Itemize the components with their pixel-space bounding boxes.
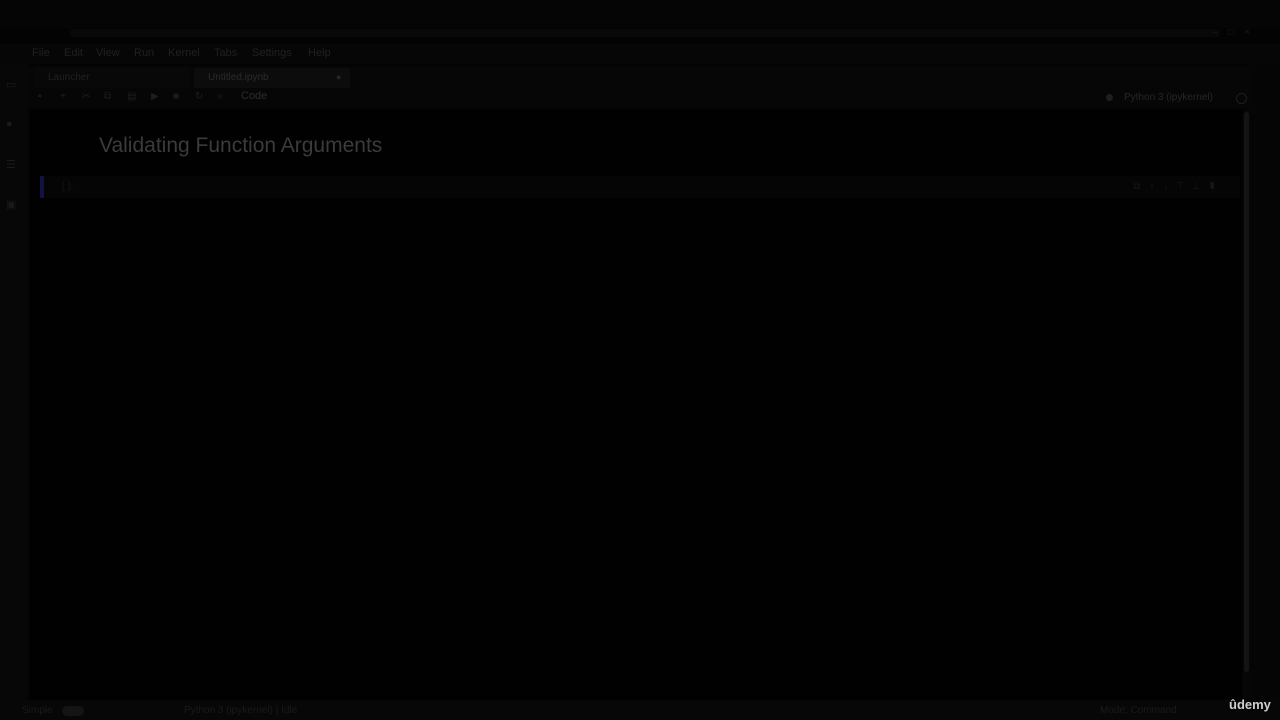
debug-icon[interactable] bbox=[1106, 94, 1113, 101]
address-bar[interactable] bbox=[70, 29, 1220, 37]
menu-view[interactable]: View bbox=[96, 47, 120, 59]
menu-settings[interactable]: Settings bbox=[252, 47, 292, 59]
cut-icon[interactable]: ✂ bbox=[82, 91, 90, 102]
scrollbar-thumb[interactable] bbox=[1244, 112, 1249, 672]
fast-forward-icon[interactable]: » bbox=[217, 91, 223, 102]
duplicate-icon[interactable]: ⧉ bbox=[1133, 181, 1149, 192]
right-sidebar bbox=[1250, 64, 1280, 700]
cell-prompt: [ ]: bbox=[62, 181, 74, 192]
notebook-toolbar bbox=[28, 88, 1250, 108]
kernel-status[interactable]: Python 3 (ipykernel) | Idle bbox=[184, 705, 297, 716]
notebook-area[interactable] bbox=[30, 110, 1242, 700]
kernel-status-icon bbox=[1236, 93, 1247, 104]
insert-above-icon[interactable]: ⊤ bbox=[1177, 181, 1192, 192]
close-icon[interactable]: × bbox=[1244, 27, 1260, 38]
markdown-heading: Validating Function Arguments bbox=[99, 134, 383, 157]
title-bar bbox=[0, 0, 1280, 28]
tab-launcher[interactable]: Launcher bbox=[34, 68, 190, 88]
commands-icon[interactable]: ☰ bbox=[6, 158, 16, 171]
add-cell-icon[interactable]: + bbox=[60, 91, 66, 102]
extensions-icon[interactable]: ▣ bbox=[6, 198, 16, 211]
copy-icon[interactable]: ⧉ bbox=[104, 91, 111, 102]
tab-notebook[interactable]: Untitled.ipynb bbox=[194, 68, 350, 88]
move-up-icon[interactable]: ↑ bbox=[1149, 181, 1163, 192]
folder-icon[interactable]: ▭ bbox=[6, 78, 16, 91]
close-tab-icon[interactable]: ● bbox=[336, 72, 341, 82]
active-cell-marker bbox=[40, 176, 44, 198]
menu-help[interactable]: Help bbox=[308, 47, 331, 59]
minimize-icon[interactable]: – bbox=[1213, 27, 1229, 38]
delete-icon[interactable]: ▮ bbox=[1208, 181, 1225, 192]
menu-kernel[interactable]: Kernel bbox=[168, 47, 200, 59]
cell-type-select[interactable]: Code bbox=[241, 90, 267, 102]
mode-status: Mode: Command bbox=[1100, 705, 1177, 716]
kernel-name[interactable]: Python 3 (ipykernel) bbox=[1124, 92, 1213, 103]
restart-icon[interactable]: ↻ bbox=[195, 91, 203, 102]
stop-icon[interactable]: ■ bbox=[173, 91, 179, 102]
move-down-icon[interactable]: ↓ bbox=[1163, 181, 1177, 192]
simple-mode-toggle[interactable] bbox=[62, 706, 84, 716]
insert-below-icon[interactable]: ⊥ bbox=[1193, 181, 1208, 192]
paste-icon[interactable]: ▤ bbox=[127, 91, 136, 102]
window-controls[interactable]: –□× bbox=[1213, 27, 1260, 38]
cell-toolbar[interactable]: ⧉↑↓⊤⊥▮ bbox=[1133, 181, 1225, 192]
udemy-watermark: ûdemy bbox=[1229, 697, 1271, 712]
run-icon[interactable]: ▶ bbox=[151, 91, 159, 102]
menu-run[interactable]: Run bbox=[134, 47, 154, 59]
menu-tabs[interactable]: Tabs bbox=[214, 47, 237, 59]
maximize-icon[interactable]: □ bbox=[1228, 27, 1244, 38]
menu-edit[interactable]: Edit bbox=[64, 47, 83, 59]
running-icon[interactable]: ● bbox=[6, 118, 13, 130]
simple-mode-label: Simple bbox=[22, 705, 53, 716]
menu-file[interactable]: File bbox=[32, 47, 50, 59]
save-icon[interactable]: ▪ bbox=[38, 91, 42, 102]
code-cell[interactable] bbox=[40, 176, 1240, 198]
